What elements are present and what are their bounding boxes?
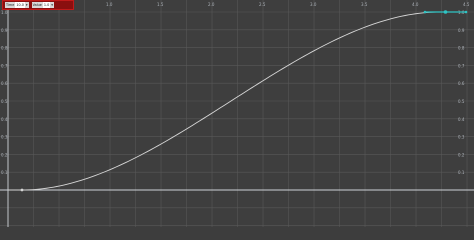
time-field[interactable]: Time 10.0 ▾ [5, 2, 29, 8]
y-tick-label-left: 0.8 [1, 46, 8, 51]
time-value[interactable]: 10.0 [15, 2, 25, 8]
chevron-down-icon[interactable]: ▾ [51, 2, 53, 8]
y-tick-label-right: 0.8 [458, 46, 465, 51]
y-tick-label-left: 0.6 [1, 81, 8, 86]
x-tick-label: 1.5 [157, 2, 164, 7]
y-tick-label-right: 0.2 [458, 152, 465, 157]
curve-graph[interactable]: 0.51.01.52.02.53.03.54.04.55.05.56.06.51… [0, 0, 474, 227]
y-tick-label-left: 0.9 [1, 28, 8, 33]
x-tick-label: 4.0 [412, 2, 419, 7]
y-tick-label-left: 0.5 [1, 99, 8, 104]
y-tick-label-left: 0.4 [1, 117, 8, 122]
y-tick-label-left: 1.0 [1, 10, 8, 15]
value-value[interactable]: 1.0 [42, 2, 51, 8]
y-tick-label-left: 0.1 [1, 170, 8, 175]
y-tick-label-left: 0.3 [1, 135, 8, 140]
y-tick-label-right: 0.3 [458, 135, 465, 140]
y-tick-label-right: 0.1 [458, 170, 465, 175]
x-tick-label: 1.0 [106, 2, 113, 7]
x-tick-label: 3.0 [310, 2, 317, 7]
x-tick-label: 4.5 [463, 2, 470, 7]
curve-toolbar: Time 10.0 ▾ Value 1.0 ▾ [2, 0, 74, 10]
tangent-handle-point[interactable] [464, 10, 468, 14]
y-tick-label-left: 0.7 [1, 63, 8, 68]
y-tick-label-left: 0.2 [1, 152, 8, 157]
x-tick-label: 2.0 [208, 2, 215, 7]
chevron-down-icon[interactable]: ▾ [26, 2, 28, 8]
graph-background [0, 0, 474, 227]
curve-editor[interactable]: 0.51.01.52.02.53.03.54.04.55.05.56.06.51… [0, 0, 474, 227]
y-tick-label-right: 0.6 [458, 81, 465, 86]
x-tick-label: 3.5 [361, 2, 368, 7]
y-tick-label-right: 0.5 [458, 99, 465, 104]
y-tick-label-right: 0.9 [458, 28, 465, 33]
x-tick-label: 2.5 [259, 2, 266, 7]
y-tick-label-right: 0.7 [458, 63, 465, 68]
time-label: Time [6, 3, 15, 7]
value-field[interactable]: Value 1.0 ▾ [31, 2, 54, 8]
keyframe-end[interactable] [443, 10, 448, 14]
y-tick-label-right: 0.4 [458, 117, 465, 122]
value-label: Value [32, 3, 42, 7]
tangent-handle-point[interactable] [423, 10, 427, 14]
